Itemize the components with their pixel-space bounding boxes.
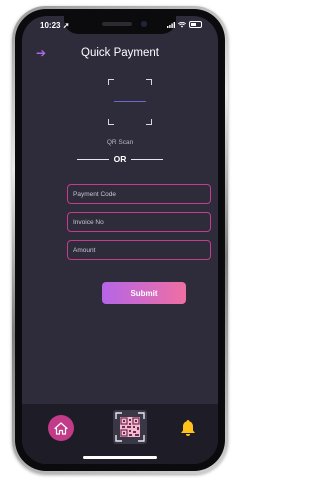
amount-input[interactable] bbox=[73, 246, 205, 254]
page-title: Quick Payment bbox=[81, 47, 159, 59]
nav-home-button[interactable] bbox=[48, 415, 74, 441]
location-arrow-icon: ➚ bbox=[62, 21, 70, 30]
divider-line-right bbox=[131, 158, 163, 160]
amount-field bbox=[67, 240, 211, 260]
front-camera bbox=[141, 21, 147, 27]
or-text: OR bbox=[113, 154, 127, 164]
scan-corner-top-right bbox=[146, 79, 152, 85]
nav-qr-button[interactable] bbox=[113, 410, 147, 444]
bell-icon bbox=[181, 420, 195, 436]
payment-code-input[interactable] bbox=[73, 190, 205, 198]
notch bbox=[64, 16, 176, 34]
home-indicator[interactable] bbox=[83, 456, 157, 459]
nav-notifications-button[interactable] bbox=[177, 416, 199, 440]
submit-button[interactable]: Submit bbox=[102, 282, 186, 304]
status-icons bbox=[167, 21, 202, 28]
qr-scan-label: QR Scan bbox=[106, 139, 134, 146]
signal-icon bbox=[167, 21, 175, 28]
scan-corner-bottom-left bbox=[108, 119, 114, 125]
qr-scan-frame[interactable] bbox=[108, 79, 152, 125]
scan-line bbox=[114, 101, 146, 102]
status-time-text: 10:23 bbox=[40, 21, 61, 30]
payment-code-field bbox=[67, 184, 211, 204]
battery-icon bbox=[189, 21, 202, 28]
scan-corner-top-left bbox=[108, 79, 114, 85]
or-divider: OR bbox=[77, 154, 163, 164]
scan-corner-bottom-right bbox=[146, 119, 152, 125]
wifi-icon bbox=[178, 21, 186, 28]
speaker bbox=[102, 22, 132, 26]
divider-line-left bbox=[77, 158, 109, 160]
home-icon bbox=[54, 421, 68, 435]
phone-bezel: 10:23 ➚ ➔ Quick Payment QR Scan OR Payme… bbox=[15, 9, 225, 471]
invoice-no-input[interactable] bbox=[73, 218, 205, 226]
qr-code-icon bbox=[115, 412, 145, 442]
app-screen: 10:23 ➚ ➔ Quick Payment QR Scan OR Payme… bbox=[22, 16, 218, 464]
bottom-nav bbox=[22, 404, 218, 464]
phone-frame: 10:23 ➚ ➔ Quick Payment QR Scan OR Payme… bbox=[12, 6, 228, 474]
invoice-no-field bbox=[67, 212, 211, 232]
status-time: 10:23 ➚ bbox=[40, 21, 69, 30]
